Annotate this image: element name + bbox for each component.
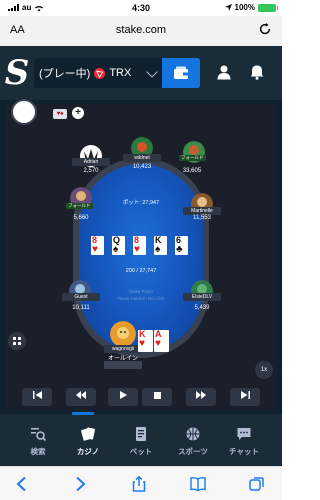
hand-history-icon[interactable]: ♥♠ bbox=[53, 109, 67, 119]
reload-icon[interactable] bbox=[258, 22, 272, 36]
skip-back-icon bbox=[32, 391, 42, 399]
hero-name: wagonsgii bbox=[104, 345, 142, 353]
search-icon bbox=[31, 428, 46, 442]
casino-icon bbox=[81, 427, 95, 441]
battery-icon bbox=[258, 3, 278, 12]
board-card: 8 ♥ bbox=[91, 236, 104, 255]
card-suit: ♥ bbox=[134, 244, 140, 255]
browser-toolbar bbox=[0, 466, 282, 500]
share-icon[interactable] bbox=[131, 476, 147, 492]
board-card: 8 ♥ bbox=[133, 236, 146, 255]
card-suit: ♣ bbox=[176, 244, 183, 255]
fold-badge: フォールド bbox=[179, 155, 206, 161]
stake-logo[interactable]: S bbox=[4, 54, 30, 92]
card-suit: ♥ bbox=[92, 244, 98, 255]
card-suit: ♥ bbox=[139, 338, 145, 349]
currency-label: TRX bbox=[109, 67, 132, 79]
wallet-button[interactable] bbox=[162, 58, 200, 88]
player-name: ElsieDLV bbox=[183, 293, 221, 301]
nav-label: スポーツ bbox=[178, 447, 208, 456]
bookmarks-icon[interactable] bbox=[190, 476, 206, 492]
player-name: Guest bbox=[62, 293, 100, 301]
address-bar[interactable]: AA stake.com bbox=[0, 16, 282, 46]
hero-chip-bar bbox=[104, 361, 142, 369]
wallet-icon bbox=[174, 66, 188, 79]
bet-total-label: 200 / 27,747 bbox=[125, 268, 157, 274]
nav-sports[interactable]: スポーツ bbox=[168, 414, 218, 466]
hero-card: K ♥ bbox=[138, 330, 153, 352]
battery-percent: 100% bbox=[234, 3, 255, 12]
player-name: Adrian bbox=[72, 158, 110, 166]
rewind-button[interactable] bbox=[66, 388, 96, 406]
player-name: wildnet bbox=[123, 154, 161, 162]
card-suit: ♥ bbox=[155, 338, 161, 349]
hero-avatar[interactable] bbox=[110, 321, 136, 347]
user-icon[interactable] bbox=[216, 64, 232, 80]
rewind-icon bbox=[76, 391, 86, 399]
chat-icon bbox=[237, 428, 251, 440]
board-card: Q ♠ bbox=[112, 236, 125, 255]
bottom-nav: 検索 カジノ ベット スポーツ チャット bbox=[0, 412, 282, 466]
player-chips: 5,439 bbox=[194, 305, 210, 311]
card-suit: ♠ bbox=[113, 244, 119, 255]
nav-search[interactable]: 検索 bbox=[13, 414, 63, 466]
menu-button[interactable] bbox=[8, 332, 26, 350]
chevron-down-icon bbox=[146, 66, 158, 78]
app-header: S (プレー中) TRX bbox=[0, 46, 282, 100]
trx-icon bbox=[94, 67, 106, 79]
nav-label: カジノ bbox=[76, 447, 100, 456]
speed-button[interactable]: 1x bbox=[255, 361, 273, 379]
nav-casino[interactable]: カジノ bbox=[63, 414, 113, 466]
player-chips: 10,111 bbox=[72, 305, 90, 311]
bell-icon[interactable] bbox=[249, 64, 265, 80]
nav-chat[interactable]: チャット bbox=[219, 414, 269, 466]
nav-label: 検索 bbox=[30, 447, 46, 456]
url-field[interactable]: stake.com bbox=[0, 24, 282, 36]
add-table-button[interactable]: + bbox=[72, 107, 84, 119]
board-card: K ♠ bbox=[154, 236, 167, 255]
forward-icon[interactable] bbox=[72, 476, 88, 492]
fold-badge: フォールド bbox=[66, 203, 93, 209]
hero-card: A ♥ bbox=[154, 330, 169, 352]
board-card: 6 ♣ bbox=[175, 236, 188, 255]
first-hand-button[interactable] bbox=[22, 388, 52, 406]
stop-button[interactable] bbox=[142, 388, 172, 406]
fast-forward-icon bbox=[196, 391, 206, 399]
sports-icon bbox=[186, 427, 200, 441]
player-name: Martinelle bbox=[183, 207, 221, 215]
player-chips: 33,605 bbox=[182, 168, 202, 174]
record-button[interactable] bbox=[11, 99, 37, 125]
player-chips: 5,660 bbox=[73, 215, 89, 221]
pot-label: ポット: 27,947 bbox=[122, 200, 160, 206]
nav-label: ベット bbox=[129, 447, 153, 456]
player-chips: 11,553 bbox=[193, 215, 211, 221]
currency-selector[interactable]: (プレー中) TRX bbox=[34, 58, 162, 88]
play-button[interactable] bbox=[108, 388, 138, 406]
player-chips: 2,570 bbox=[83, 168, 99, 174]
last-hand-button[interactable] bbox=[230, 388, 260, 406]
tabs-icon[interactable] bbox=[249, 476, 265, 492]
play-icon bbox=[120, 391, 127, 399]
nav-label: チャット bbox=[229, 447, 259, 456]
card-suit: ♠ bbox=[155, 244, 161, 255]
status-bar: au 4:30 100% bbox=[0, 0, 282, 16]
location-icon bbox=[224, 4, 232, 11]
bet-icon bbox=[136, 427, 146, 441]
grid-icon bbox=[13, 337, 21, 345]
skip-forward-icon bbox=[240, 391, 250, 399]
table-felt: ポット: 27,947 200 / 27,747 Stake Poker Tex… bbox=[79, 164, 203, 352]
game-selector-text: (プレー中) bbox=[39, 68, 91, 80]
player-chips: 10,423 bbox=[132, 164, 152, 170]
fast-forward-button[interactable] bbox=[186, 388, 216, 406]
stop-icon bbox=[153, 392, 161, 399]
nav-bets[interactable]: ベット bbox=[116, 414, 166, 466]
back-icon[interactable] bbox=[14, 476, 30, 492]
